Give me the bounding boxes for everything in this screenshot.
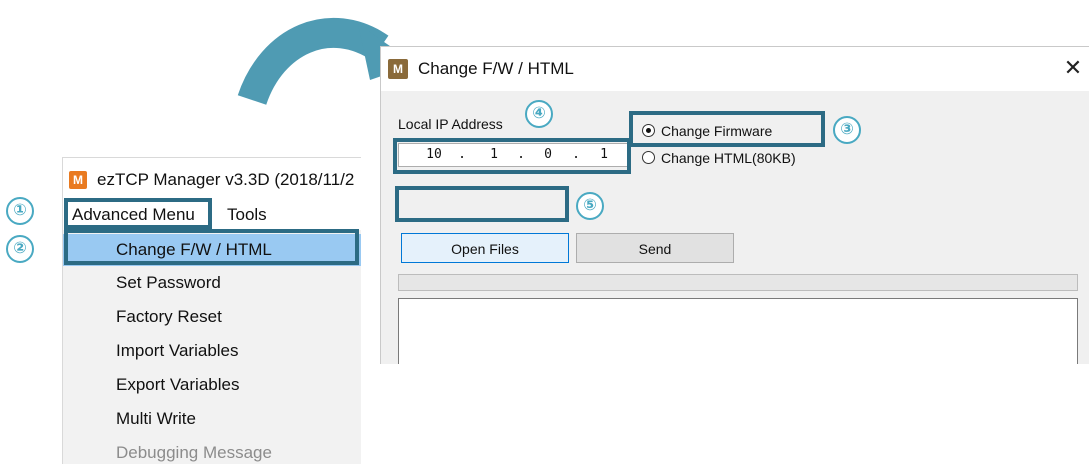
log-textarea[interactable] [398,298,1078,364]
dialog-title: Change F/W / HTML [418,59,574,78]
advanced-menu-dropdown: Change F/W / HTML Set Password Factory R… [63,230,361,464]
radio-change-html[interactable]: Change HTML(80KB) [642,150,832,168]
close-icon[interactable]: ✕ [1060,55,1086,81]
radio-button-unchecked[interactable] [642,151,655,164]
menu-tools[interactable]: Tools [227,202,267,228]
send-button[interactable]: Send [576,233,734,263]
step-2-marker: ② [6,235,34,263]
menu-item-multi-write[interactable]: Multi Write [63,403,361,435]
manager-title: ezTCP Manager v3.3D (2018/11/2 [97,170,355,189]
step-1-marker: ① [6,197,34,225]
dialog-app-icon: M [388,59,408,79]
local-ip-label: Local IP Address [398,116,503,132]
manager-title-bar: M ezTCP Manager v3.3D (2018/11/2 [63,162,361,198]
menu-item-import-variables[interactable]: Import Variables [63,335,361,367]
highlight-box-ip-field [393,138,631,174]
radio-html-label: Change HTML(80KB) [661,150,796,166]
highlight-box-open-files [395,186,569,222]
step-4-marker: ④ [525,100,553,128]
highlight-box-change-fw [64,229,359,265]
menu-item-set-password[interactable]: Set Password [63,267,361,299]
dialog-title-bar: M Change F/W / HTML ✕ [381,47,1089,91]
step-3-marker: ③ [833,116,861,144]
menu-item-debugging-message: Debugging Message [116,443,272,462]
highlight-box-change-firmware [629,111,825,147]
open-files-button[interactable]: Open Files [401,233,569,263]
menu-item-export-variables[interactable]: Export Variables [63,369,361,401]
progress-bar [398,274,1078,291]
step-5-marker: ⑤ [576,192,604,220]
app-logo-icon: M [69,171,87,189]
highlight-box-advanced-menu [64,198,212,229]
menu-item-factory-reset[interactable]: Factory Reset [63,301,361,333]
